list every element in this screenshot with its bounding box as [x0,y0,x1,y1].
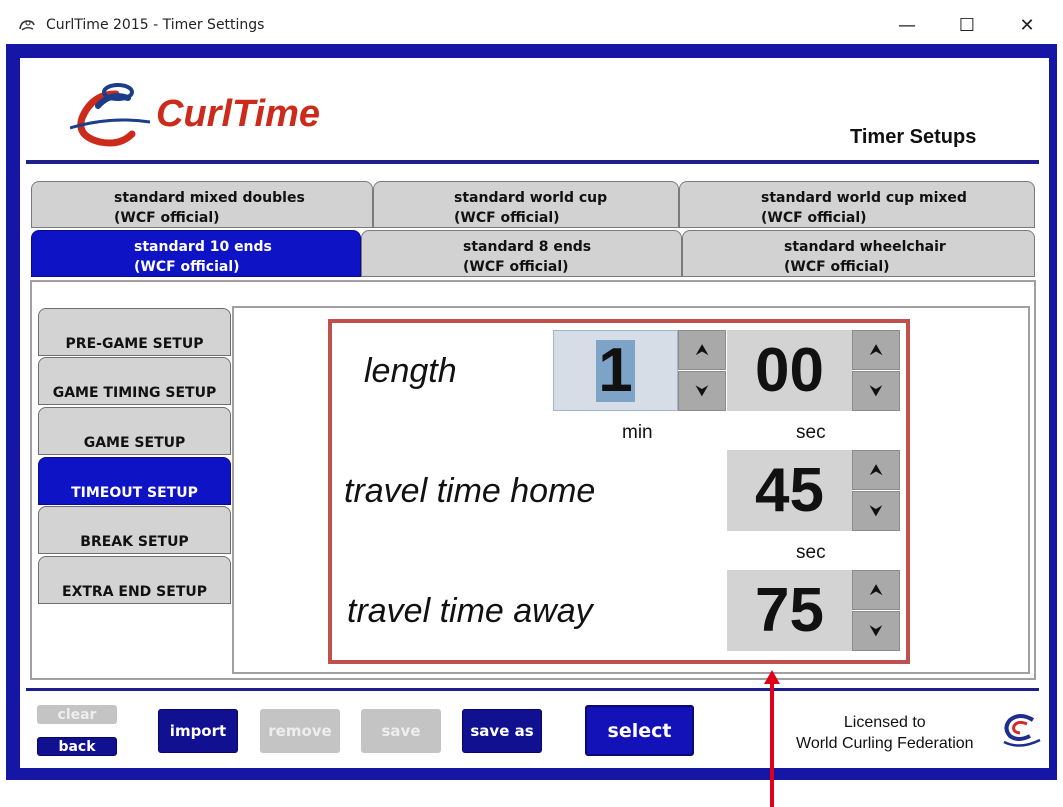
sidebar-item-pre-game-setup[interactable]: PRE-GAME SETUP [38,308,231,356]
tab-label: standard mixed doubles [114,190,305,206]
travel-time-away-label: travel time away [347,592,593,630]
tab-standard-8-ends[interactable]: standard 8 ends (WCF official) [361,230,682,277]
logo-text: CurlTime [156,93,320,135]
tab-label: standard world cup [454,190,608,206]
sidebar-item-game-setup[interactable]: GAME SETUP [38,407,231,455]
curltime-logo: CurlTime [70,83,320,147]
tab-standard-world-cup[interactable]: standard world cup (WCF official) [373,181,679,228]
sec-unit-label: sec [796,422,826,443]
close-button[interactable]: ✕ [1005,10,1049,40]
travel-away-down-arrow-icon[interactable]: ⮟ [852,611,900,651]
travel-time-home-label: travel time home [344,472,596,510]
travel-home-seconds-input[interactable]: 45 [727,450,852,531]
save-as-button[interactable]: save as [462,709,542,753]
license-line-1: Licensed to [843,714,926,731]
remove-button[interactable]: remove [260,709,340,753]
travel-away-seconds-value: 75 [755,576,824,645]
travel-home-up-arrow-icon[interactable]: ⮝ [852,450,900,490]
length-minutes-input[interactable]: 1 [553,330,678,411]
length-seconds-up-arrow-icon[interactable]: ⮝ [852,330,900,370]
select-button[interactable]: select [585,705,694,756]
travel-home-seconds-value: 45 [755,456,824,525]
import-button[interactable]: import [158,709,238,753]
tab-label: standard world cup mixed [761,190,967,206]
license-text: Licensed to World Curling Federation [796,712,974,754]
tab-standard-10-ends[interactable]: standard 10 ends (WCF official) [31,230,361,277]
minutes-up-arrow-icon[interactable]: ⮝ [678,330,726,370]
length-seconds-input[interactable]: 00 [727,330,852,411]
minutes-down-arrow-icon[interactable]: ⮟ [678,371,726,411]
window-title: CurlTime 2015 - Timer Settings [46,17,265,33]
tab-sublabel: (WCF official) [454,210,560,226]
clear-button[interactable]: clear [37,705,117,724]
travel-away-up-arrow-icon[interactable]: ⮝ [852,570,900,610]
tab-standard-world-cup-mixed[interactable]: standard world cup mixed (WCF official) [679,181,1035,228]
length-seconds-value: 00 [755,336,824,405]
sidebar-item-game-timing-setup[interactable]: GAME TIMING SETUP [38,357,231,405]
length-seconds-down-arrow-icon[interactable]: ⮟ [852,371,900,411]
sidebar-item-break-setup[interactable]: BREAK SETUP [38,506,231,554]
save-button[interactable]: save [361,709,441,753]
tab-sublabel: (WCF official) [463,259,569,275]
min-unit-label: min [622,422,653,443]
back-button[interactable]: back [37,737,117,756]
sec-unit-label: sec [796,542,826,563]
minimize-button[interactable]: — [885,10,929,40]
travel-home-down-arrow-icon[interactable]: ⮟ [852,491,900,531]
tab-standard-mixed-doubles[interactable]: standard mixed doubles (WCF official) [31,181,373,228]
tab-standard-wheelchair[interactable]: standard wheelchair (WCF official) [682,230,1035,277]
page-title: Timer Setups [850,126,977,148]
length-label: length [364,352,457,390]
tab-label: standard 10 ends [134,239,272,255]
tab-label: standard 8 ends [463,239,592,255]
tab-label: standard wheelchair [784,239,946,255]
tab-sublabel: (WCF official) [114,210,220,226]
license-line-2: World Curling Federation [796,735,974,752]
length-minutes-value: 1 [596,335,635,405]
sidebar-item-timeout-setup[interactable]: TIMEOUT SETUP [38,457,231,505]
tab-sublabel: (WCF official) [784,259,890,275]
wcf-logo-icon [1003,714,1041,747]
tab-sublabel: (WCF official) [134,259,240,275]
tab-sublabel: (WCF official) [761,210,867,226]
curltime-app-icon [19,20,35,31]
footer-divider [26,688,1039,691]
annotation-arrow-icon [764,670,780,807]
sidebar-item-extra-end-setup[interactable]: EXTRA END SETUP [38,556,231,604]
header-divider [26,160,1039,164]
maximize-button[interactable]: ☐ [945,10,989,40]
title-bar: CurlTime 2015 - Timer Settings — ☐ ✕ [6,6,1057,44]
travel-away-seconds-input[interactable]: 75 [727,570,852,651]
